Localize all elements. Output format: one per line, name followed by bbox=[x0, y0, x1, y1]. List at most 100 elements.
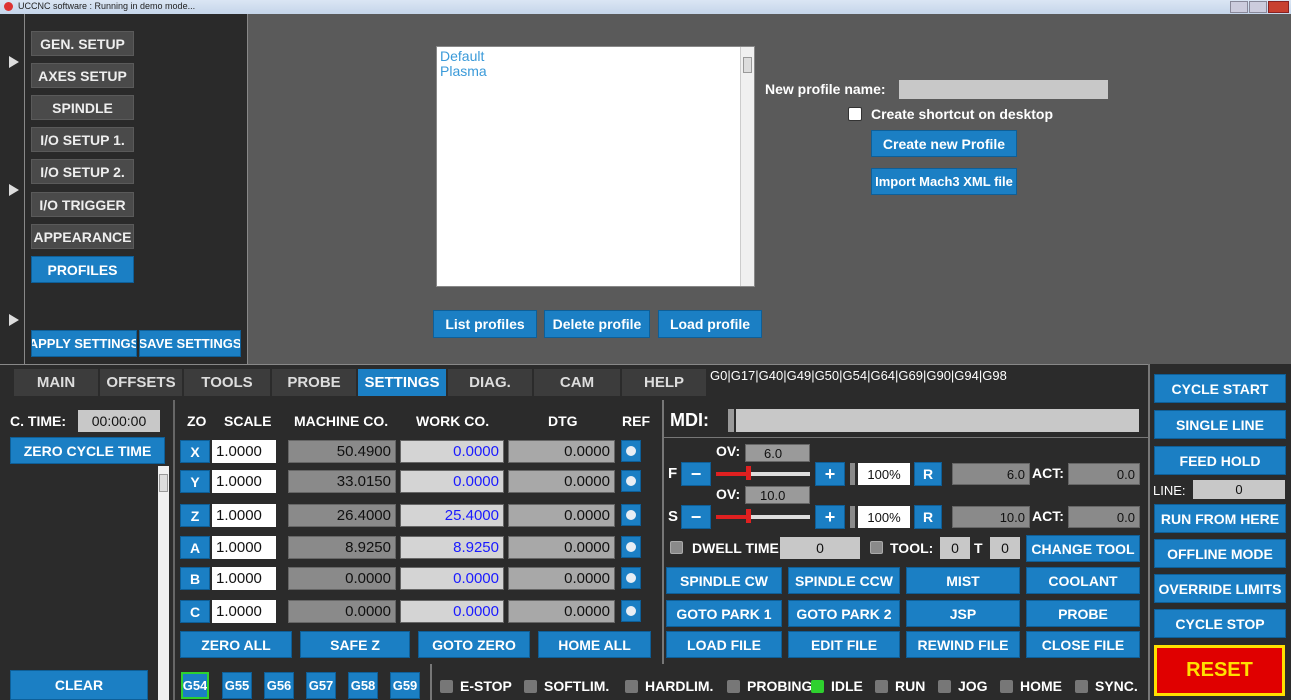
edit-file-button[interactable]: EDIT FILE bbox=[788, 631, 900, 658]
dtg-z[interactable]: 0.0000 bbox=[508, 504, 615, 527]
dwell-checkbox[interactable] bbox=[670, 541, 683, 554]
spindle-minus-button[interactable]: − bbox=[681, 505, 711, 529]
feed-reset-button[interactable]: R bbox=[914, 462, 942, 486]
t-value[interactable]: 0 bbox=[990, 537, 1020, 559]
machine-x[interactable]: 50.4900 bbox=[288, 440, 396, 463]
work-a[interactable]: 8.9250 bbox=[400, 536, 504, 559]
feed-minus-button[interactable]: − bbox=[681, 462, 711, 486]
line-value[interactable]: 0 bbox=[1193, 480, 1285, 499]
axis-b-button[interactable]: B bbox=[180, 567, 210, 590]
scroll-thumb[interactable] bbox=[743, 57, 752, 73]
reset-button[interactable]: RESET bbox=[1154, 645, 1285, 696]
fixture-g58[interactable]: G58 bbox=[348, 672, 378, 699]
mdi-input[interactable] bbox=[736, 409, 1139, 432]
machine-y[interactable]: 33.0150 bbox=[288, 470, 396, 493]
fixture-g56[interactable]: G56 bbox=[264, 672, 294, 699]
close-button[interactable] bbox=[1268, 1, 1289, 13]
arrow-right-icon[interactable] bbox=[9, 184, 19, 196]
spindle-cw-button[interactable]: SPINDLE CW bbox=[666, 567, 782, 594]
load-profile-button[interactable]: Load profile bbox=[658, 310, 762, 338]
menu-axes-setup[interactable]: AXES SETUP bbox=[31, 63, 134, 88]
menu-profiles[interactable]: PROFILES bbox=[31, 256, 134, 283]
profile-item[interactable]: Plasma bbox=[440, 63, 487, 79]
jsp-button[interactable]: JSP bbox=[906, 600, 1020, 627]
menu-appearance[interactable]: APPEARANCE bbox=[31, 224, 134, 249]
axis-a-button[interactable]: A bbox=[180, 536, 210, 559]
ref-a-icon[interactable] bbox=[621, 536, 641, 558]
delete-profile-button[interactable]: Delete profile bbox=[544, 310, 650, 338]
dwell-value[interactable]: 0 bbox=[780, 537, 860, 559]
tab-settings[interactable]: SETTINGS bbox=[358, 369, 446, 396]
close-file-button[interactable]: CLOSE FILE bbox=[1026, 631, 1140, 658]
axis-y-button[interactable]: Y bbox=[180, 470, 210, 493]
work-c[interactable]: 0.0000 bbox=[400, 600, 504, 623]
menu-gen-setup[interactable]: GEN. SETUP bbox=[31, 31, 134, 56]
menu-spindle[interactable]: SPINDLE bbox=[31, 95, 134, 120]
change-tool-button[interactable]: CHANGE TOOL bbox=[1026, 535, 1140, 562]
spindle-reset-button[interactable]: R bbox=[914, 505, 942, 529]
feed-plus-button[interactable]: + bbox=[815, 462, 845, 486]
apply-settings-button[interactable]: APPLY SETTINGS bbox=[31, 330, 137, 357]
goto-zero-button[interactable]: GOTO ZERO bbox=[418, 631, 530, 658]
work-x[interactable]: 0.0000 bbox=[400, 440, 504, 463]
scale-b[interactable]: 1.0000 bbox=[212, 567, 276, 590]
dtg-a[interactable]: 0.0000 bbox=[508, 536, 615, 559]
axis-x-button[interactable]: X bbox=[180, 440, 210, 463]
rewind-file-button[interactable]: REWIND FILE bbox=[906, 631, 1020, 658]
save-settings-button[interactable]: SAVE SETTINGS bbox=[139, 330, 241, 357]
shortcut-checkbox[interactable] bbox=[848, 107, 862, 121]
tab-diag[interactable]: DIAG. bbox=[448, 369, 532, 396]
spindle-ccw-button[interactable]: SPINDLE CCW bbox=[788, 567, 900, 594]
new-profile-input[interactable] bbox=[899, 80, 1108, 99]
menu-io-setup-1[interactable]: I/O SETUP 1. bbox=[31, 127, 134, 152]
fixture-g54[interactable]: G54 bbox=[181, 672, 209, 699]
arrow-right-icon[interactable] bbox=[9, 56, 19, 68]
probe-button[interactable]: PROBE bbox=[1026, 600, 1140, 627]
tab-probe[interactable]: PROBE bbox=[272, 369, 356, 396]
cycle-stop-button[interactable]: CYCLE STOP bbox=[1154, 609, 1286, 638]
zero-cycle-time-button[interactable]: ZERO CYCLE TIME bbox=[10, 437, 165, 464]
arrow-right-icon[interactable] bbox=[9, 314, 19, 326]
tab-help[interactable]: HELP bbox=[622, 369, 706, 396]
tool-checkbox[interactable] bbox=[870, 541, 883, 554]
menu-io-trigger[interactable]: I/O TRIGGER bbox=[31, 192, 134, 217]
slider-thumb[interactable] bbox=[746, 466, 751, 480]
tab-cam[interactable]: CAM bbox=[534, 369, 620, 396]
create-profile-button[interactable]: Create new Profile bbox=[871, 130, 1017, 157]
work-z[interactable]: 25.4000 bbox=[400, 504, 504, 527]
cycle-scrollbar[interactable] bbox=[158, 466, 169, 700]
home-all-button[interactable]: HOME ALL bbox=[538, 631, 651, 658]
axis-z-button[interactable]: Z bbox=[180, 504, 210, 527]
scale-x[interactable]: 1.0000 bbox=[212, 440, 276, 463]
machine-b[interactable]: 0.0000 bbox=[288, 567, 396, 590]
offline-mode-button[interactable]: OFFLINE MODE bbox=[1154, 539, 1286, 568]
machine-c[interactable]: 0.0000 bbox=[288, 600, 396, 623]
import-mach3-button[interactable]: Import Mach3 XML file bbox=[871, 168, 1017, 195]
fixture-g55[interactable]: G55 bbox=[222, 672, 252, 699]
scale-y[interactable]: 1.0000 bbox=[212, 470, 276, 493]
ref-x-icon[interactable] bbox=[621, 440, 641, 462]
safe-z-button[interactable]: SAFE Z bbox=[300, 631, 410, 658]
machine-a[interactable]: 8.9250 bbox=[288, 536, 396, 559]
feed-hold-button[interactable]: FEED HOLD bbox=[1154, 446, 1286, 475]
scale-c[interactable]: 1.0000 bbox=[212, 600, 276, 623]
clear-button[interactable]: CLEAR bbox=[10, 670, 148, 700]
goto-park-2-button[interactable]: GOTO PARK 2 bbox=[788, 600, 900, 627]
tab-offsets[interactable]: OFFSETS bbox=[100, 369, 182, 396]
feed-slider[interactable] bbox=[716, 466, 810, 480]
ref-b-icon[interactable] bbox=[621, 567, 641, 589]
mist-button[interactable]: MIST bbox=[906, 567, 1020, 594]
ref-c-icon[interactable] bbox=[621, 600, 641, 622]
profile-list[interactable]: Default Plasma bbox=[436, 46, 755, 287]
spindle-slider[interactable] bbox=[716, 509, 810, 523]
ref-y-icon[interactable] bbox=[621, 470, 641, 492]
run-from-here-button[interactable]: RUN FROM HERE bbox=[1154, 504, 1286, 533]
dtg-b[interactable]: 0.0000 bbox=[508, 567, 615, 590]
dtg-c[interactable]: 0.0000 bbox=[508, 600, 615, 623]
goto-park-1-button[interactable]: GOTO PARK 1 bbox=[666, 600, 782, 627]
list-scrollbar[interactable] bbox=[740, 47, 754, 286]
fixture-g57[interactable]: G57 bbox=[306, 672, 336, 699]
ref-z-icon[interactable] bbox=[621, 504, 641, 526]
spindle-plus-button[interactable]: + bbox=[815, 505, 845, 529]
work-b[interactable]: 0.0000 bbox=[400, 567, 504, 590]
